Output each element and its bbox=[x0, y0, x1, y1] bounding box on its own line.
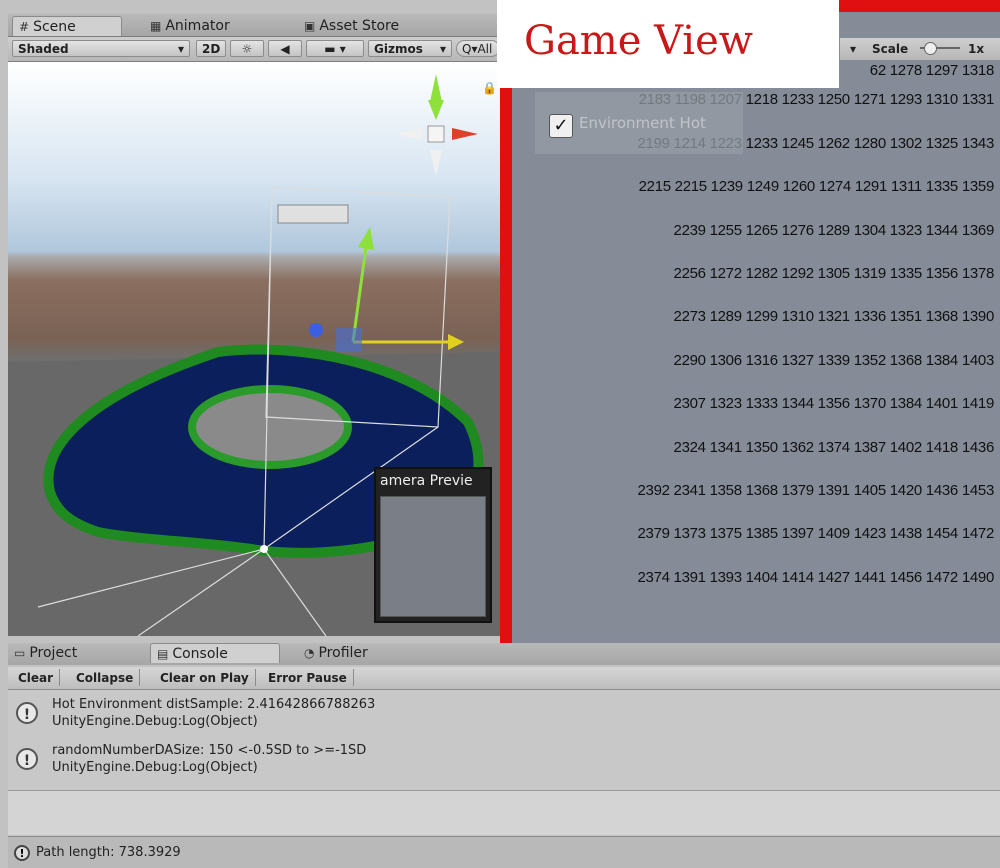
tab-asset-store[interactable]: ▣ Asset Store bbox=[298, 16, 428, 36]
effects-dropdown[interactable]: ▬ ▾ bbox=[306, 40, 364, 57]
lighting-toggle[interactable]: ☼ bbox=[230, 40, 264, 57]
game-view-toolbar: ▾ Scale 1x bbox=[840, 38, 1000, 60]
dropdown-arrow-icon: ▾ bbox=[177, 41, 184, 56]
console-entry[interactable]: ! Hot Environment distSample: 2.41642866… bbox=[8, 692, 1000, 736]
game-view-label-box: Game View bbox=[497, 0, 839, 88]
tab-scene-label: Scene bbox=[33, 18, 76, 35]
console-entry-stack: UnityEngine.Debug:Log(Object) bbox=[52, 760, 258, 775]
console-toolbar: Clear Collapse Clear on Play Error Pause bbox=[8, 667, 1000, 690]
number-row: 2307 1323 1333 1344 1356 1370 1384 1401 … bbox=[673, 395, 995, 413]
tab-asset-store-label: Asset Store bbox=[319, 18, 400, 34]
number-row: 2379 1373 1375 1385 1397 1409 1423 1438 … bbox=[637, 525, 995, 543]
tab-console[interactable]: ▤ Console bbox=[150, 643, 280, 663]
gizmos-label: Gizmos bbox=[374, 41, 423, 56]
number-row: 2374 1391 1393 1404 1414 1427 1441 1456 … bbox=[637, 568, 995, 586]
folder-icon: ▭ bbox=[14, 646, 26, 660]
console-entry-text: randomNumberDASize: 150 <-0.5SD to >=-1S… bbox=[52, 742, 366, 776]
clear-on-play-button[interactable]: Clear on Play bbox=[154, 669, 256, 686]
gizmos-dropdown[interactable]: Gizmos ▾ bbox=[368, 40, 452, 57]
gizmo-y-axis bbox=[351, 246, 368, 343]
environment-hot-label: Environment Hot bbox=[579, 114, 706, 132]
console-entry[interactable]: ! randomNumberDASize: 150 <-0.5SD to >=-… bbox=[8, 738, 1000, 782]
scene-toolbar: Shaded ▾ 2D ☼ ◀ ▬ ▾ Gizmos ▾ Q▾All bbox=[8, 37, 500, 62]
store-icon: ▣ bbox=[304, 19, 316, 33]
orientation-gizmo bbox=[396, 74, 478, 176]
scene-search-input[interactable]: Q▾All bbox=[456, 40, 500, 57]
camera-preview-window[interactable]: amera Previe bbox=[374, 467, 492, 623]
camera-preview-image bbox=[380, 496, 486, 617]
image-icon: ▬ ▾ bbox=[324, 41, 346, 56]
camera-origin-point bbox=[260, 545, 268, 553]
collapse-button[interactable]: Collapse bbox=[70, 669, 141, 686]
tab-profiler-label: Profiler bbox=[318, 645, 368, 661]
info-icon: ! bbox=[16, 748, 38, 770]
error-pause-button[interactable]: Error Pause bbox=[262, 669, 354, 686]
tab-animator[interactable]: ▦ Animator bbox=[144, 16, 274, 36]
clear-button[interactable]: Clear bbox=[12, 669, 61, 686]
game-scale-slider[interactable] bbox=[920, 42, 960, 55]
gizmo-plane-handle bbox=[336, 328, 362, 352]
info-icon: ! bbox=[16, 702, 38, 724]
gizmo-x-arrow bbox=[448, 334, 464, 350]
mode-2d-label: 2D bbox=[202, 41, 221, 56]
animator-icon: ▦ bbox=[150, 19, 162, 33]
status-text: Path length: 738.3929 bbox=[36, 845, 181, 860]
game-view-label: Game View bbox=[524, 18, 754, 64]
speaker-icon: ◀ bbox=[280, 41, 290, 56]
console-icon: ▤ bbox=[157, 646, 169, 661]
console-detail-area[interactable] bbox=[8, 790, 1000, 835]
sun-icon: ☼ bbox=[241, 41, 253, 56]
game-scale-value: 1x bbox=[968, 42, 985, 56]
game-scale-label: Scale bbox=[872, 42, 909, 56]
environment-hot-toggle[interactable]: ✓ Environment Hot bbox=[535, 92, 743, 154]
audio-toggle[interactable]: ◀ bbox=[268, 40, 302, 57]
bottom-tab-bar: ▭ Project ▤ Console ◔ Profiler bbox=[8, 643, 1000, 665]
lock-icon: 🔒 bbox=[482, 81, 497, 95]
gizmo-z-handle bbox=[309, 323, 323, 337]
console-entry-message: Hot Environment distSample: 2.4164286678… bbox=[52, 697, 376, 712]
grid-icon: # bbox=[19, 19, 30, 34]
console-entry-text: Hot Environment distSample: 2.4164286678… bbox=[52, 696, 375, 730]
dropdown-arrow-icon: ▾ bbox=[850, 42, 857, 56]
number-row: 2215 2215 1239 1249 1260 1274 1291 1311 … bbox=[638, 178, 995, 196]
tab-project[interactable]: ▭ Project bbox=[8, 643, 128, 663]
number-row: 2290 1306 1316 1327 1339 1352 1368 1384 … bbox=[673, 351, 995, 369]
number-row: 2324 1341 1350 1362 1374 1387 1402 1418 … bbox=[673, 438, 995, 456]
terrain-hole bbox=[188, 385, 352, 469]
status-bar: ! Path length: 738.3929 bbox=[8, 836, 1000, 868]
number-row: 2392 2341 1358 1368 1379 1391 1405 1420 … bbox=[637, 482, 995, 499]
number-row: 62 1278 1297 1318 bbox=[869, 62, 995, 79]
dropdown-arrow-icon: ▾ bbox=[439, 41, 446, 56]
profiler-icon: ◔ bbox=[304, 646, 315, 660]
info-icon: ! bbox=[14, 845, 30, 861]
number-row: 2239 1255 1265 1276 1289 1304 1323 1344 … bbox=[673, 221, 995, 239]
console-entry-message: randomNumberDASize: 150 <-0.5SD to >=-1S… bbox=[52, 743, 367, 758]
camera-preview-title: amera Previe bbox=[380, 473, 473, 489]
shading-mode-value: Shaded bbox=[18, 41, 69, 56]
tab-console-label: Console bbox=[172, 645, 228, 662]
number-row: 2256 1272 1282 1292 1305 1319 1335 1356 … bbox=[673, 265, 995, 282]
number-row: 2273 1289 1299 1310 1321 1336 1351 1368 … bbox=[673, 308, 995, 326]
scene-search-text: Q▾All bbox=[462, 41, 493, 56]
console-entry-stack: UnityEngine.Debug:Log(Object) bbox=[52, 714, 258, 729]
world-canvas-panel bbox=[277, 204, 349, 224]
slider-thumb[interactable] bbox=[924, 42, 937, 55]
tab-animator-label: Animator bbox=[165, 18, 230, 34]
mode-2d-toggle[interactable]: 2D bbox=[196, 40, 226, 57]
checkbox-checked-icon[interactable]: ✓ bbox=[549, 114, 573, 138]
tab-project-label: Project bbox=[29, 645, 78, 661]
scene-tab-bar: # Scene ▦ Animator ▣ Asset Store bbox=[8, 14, 500, 37]
tab-scene[interactable]: # Scene bbox=[12, 16, 122, 36]
tab-profiler[interactable]: ◔ Profiler bbox=[298, 643, 418, 663]
gizmo-y-arrow bbox=[358, 227, 374, 250]
shading-mode-dropdown[interactable]: Shaded ▾ bbox=[12, 40, 190, 57]
